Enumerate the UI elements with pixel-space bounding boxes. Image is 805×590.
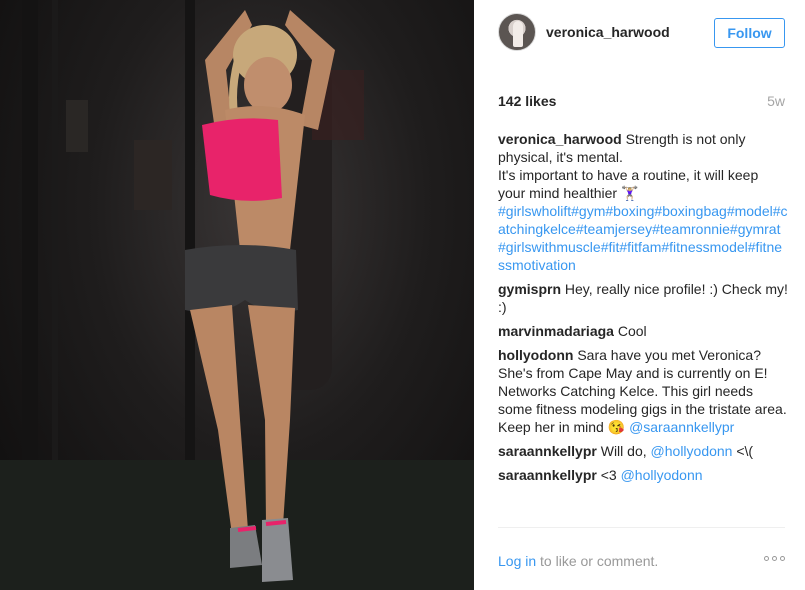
list-item: marvinmadariaga Cool [498, 322, 788, 340]
comment-username[interactable]: saraannkellypr [498, 443, 597, 459]
comment-text: Will do, [600, 443, 647, 459]
list-item: hollyodonn Sara have you met Veronica? S… [498, 346, 788, 436]
login-link[interactable]: Log in [498, 553, 536, 569]
comment-username[interactable]: gymisprn [498, 281, 561, 297]
likes-count[interactable]: 142 likes [498, 93, 556, 109]
author-username[interactable]: veronica_harwood [546, 24, 670, 40]
avatar[interactable] [498, 13, 536, 51]
comment-username[interactable]: saraannkellypr [498, 467, 597, 483]
comment-text: Cool [617, 323, 647, 339]
fitness-photo-illustration [0, 0, 474, 590]
login-prompt: Log in to like or comment. [498, 553, 658, 569]
caption-username[interactable]: veronica_harwood [498, 131, 622, 147]
divider [498, 527, 785, 528]
comment-mention[interactable]: @hollyodonn [651, 443, 733, 459]
post-age[interactable]: 5w [767, 93, 785, 109]
comment-username[interactable]: hollyodonn [498, 347, 573, 363]
list-item: gymisprn Hey, really nice profile! :) Ch… [498, 280, 788, 316]
post-header: veronica_harwood Follow [498, 13, 785, 53]
caption-line-2: It's important to have a routine, it wil… [498, 167, 759, 201]
comment-mention[interactable]: @saraannkellypr [629, 419, 734, 435]
caption-hashtags[interactable]: #girlswholift#gym#boxing#boxingbag#model… [498, 203, 788, 273]
login-prompt-text: to like or comment. [536, 553, 659, 569]
comments-list: veronica_harwood Strength is not only ph… [498, 130, 788, 490]
comment-text: <3 [600, 467, 617, 483]
comment-suffix: <\( [736, 443, 754, 459]
comment-username[interactable]: marvinmadariaga [498, 323, 614, 339]
follow-button[interactable]: Follow [714, 18, 785, 48]
post-photo[interactable] [0, 0, 474, 590]
comment-mention[interactable]: @hollyodonn [621, 467, 703, 483]
list-item: saraannkellypr Will do, @hollyodonn <\( [498, 442, 788, 460]
caption: veronica_harwood Strength is not only ph… [498, 130, 788, 274]
more-options-icon[interactable] [764, 556, 785, 561]
post-details-panel: veronica_harwood Follow 142 likes 5w ver… [474, 0, 805, 590]
list-item: saraannkellypr <3 @hollyodonn [498, 466, 788, 484]
